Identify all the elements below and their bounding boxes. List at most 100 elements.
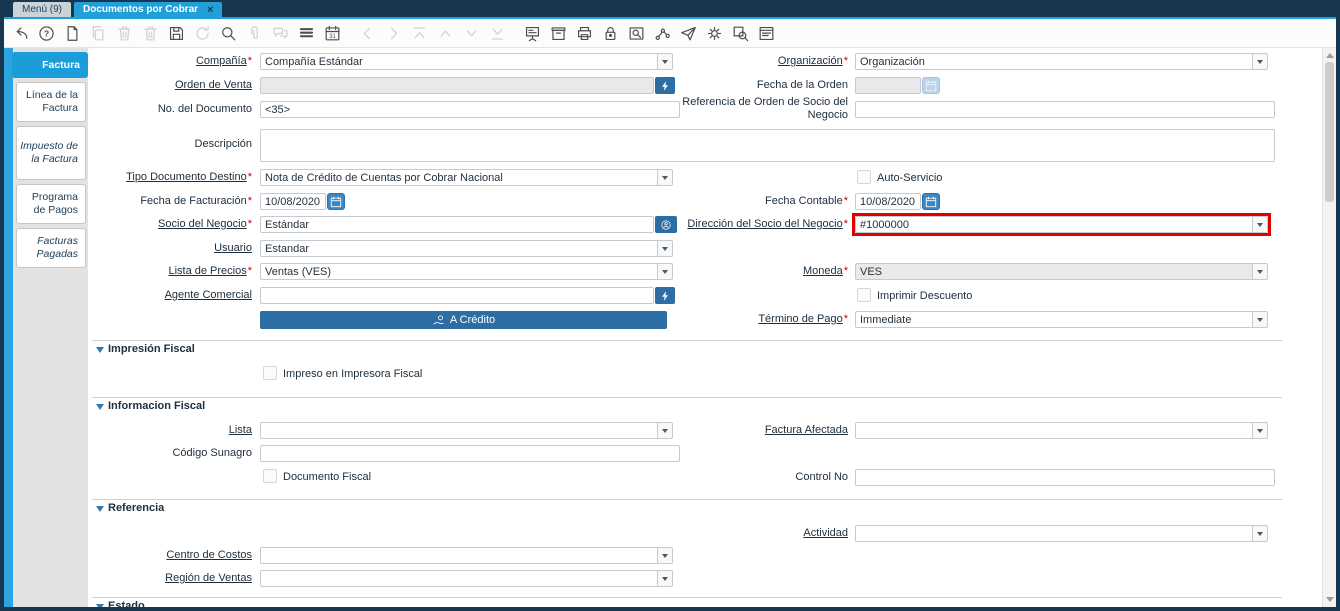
centro-costos-select[interactable] bbox=[260, 547, 673, 564]
fecha-contable-field[interactable] bbox=[855, 193, 940, 210]
report-icon[interactable] bbox=[521, 22, 543, 44]
lock-icon[interactable] bbox=[599, 22, 621, 44]
scroll-down-icon[interactable] bbox=[1326, 597, 1334, 602]
section-collapse-icon[interactable] bbox=[96, 404, 104, 410]
usuario-input[interactable] bbox=[260, 240, 658, 257]
agente-comercial-input[interactable] bbox=[260, 287, 654, 304]
new-record-icon[interactable] bbox=[61, 22, 83, 44]
chevron-down-icon[interactable] bbox=[657, 240, 673, 257]
region-ventas-select[interactable] bbox=[260, 570, 673, 587]
agente-comercial-field[interactable] bbox=[260, 287, 675, 304]
actividad-label[interactable]: Actividad bbox=[640, 527, 848, 540]
centro-costos-input[interactable] bbox=[260, 547, 658, 564]
tab-documentos-por-cobrar[interactable]: Documentos por Cobrar × bbox=[74, 2, 223, 17]
help-icon[interactable]: ? bbox=[35, 22, 57, 44]
actividad-select[interactable] bbox=[855, 525, 1268, 542]
orden-venta-label[interactable]: Orden de Venta bbox=[60, 79, 252, 92]
fecha-contable-input[interactable] bbox=[855, 193, 921, 210]
socio-negocio-field[interactable] bbox=[260, 216, 677, 233]
referencia-orden-input[interactable] bbox=[855, 101, 1275, 118]
scroll-up-icon[interactable] bbox=[1326, 53, 1334, 58]
centro-costos-label[interactable]: Centro de Costos bbox=[60, 549, 252, 562]
termino-pago-select[interactable] bbox=[855, 311, 1268, 328]
calendar-icon[interactable]: 31 bbox=[321, 22, 343, 44]
control-no-input[interactable] bbox=[855, 469, 1275, 486]
organizacion-select[interactable] bbox=[855, 53, 1268, 70]
factura-afectada-label[interactable]: Factura Afectada bbox=[640, 424, 848, 437]
tipo-documento-select[interactable] bbox=[260, 169, 673, 186]
no-documento-input[interactable] bbox=[260, 101, 680, 118]
chevron-down-icon[interactable] bbox=[657, 570, 673, 587]
descripcion-textarea[interactable] bbox=[260, 129, 1275, 162]
informacion-fiscal-section-header[interactable]: Informacion Fiscal bbox=[108, 400, 205, 412]
chevron-down-icon[interactable] bbox=[1252, 53, 1268, 70]
auto-servicio-checkbox[interactable] bbox=[857, 170, 871, 184]
lista-precios-label[interactable]: Lista de Precios* bbox=[60, 265, 252, 278]
agente-comercial-label[interactable]: Agente Comercial bbox=[60, 289, 252, 302]
compania-input[interactable] bbox=[260, 53, 658, 70]
lookup-icon[interactable] bbox=[655, 287, 675, 304]
lista-precios-select[interactable] bbox=[260, 263, 673, 280]
termino-pago-input[interactable] bbox=[855, 311, 1253, 328]
grid-toggle-icon[interactable] bbox=[295, 22, 317, 44]
factura-afectada-input[interactable] bbox=[855, 422, 1253, 439]
save-icon[interactable] bbox=[165, 22, 187, 44]
direccion-socio-input[interactable] bbox=[855, 216, 1253, 233]
archive-icon[interactable] bbox=[547, 22, 569, 44]
termino-pago-label[interactable]: Término de Pago* bbox=[640, 313, 848, 326]
fecha-facturacion-input[interactable] bbox=[260, 193, 326, 210]
usuario-select[interactable] bbox=[260, 240, 673, 257]
lista-label[interactable]: Lista bbox=[60, 424, 252, 437]
print-icon[interactable] bbox=[573, 22, 595, 44]
chevron-down-icon[interactable] bbox=[1252, 422, 1268, 439]
factura-afectada-select[interactable] bbox=[855, 422, 1268, 439]
actividad-input[interactable] bbox=[855, 525, 1253, 542]
referencia-section-header[interactable]: Referencia bbox=[108, 502, 164, 514]
process-icon[interactable] bbox=[703, 22, 725, 44]
section-collapse-icon[interactable] bbox=[96, 347, 104, 353]
moneda-label[interactable]: Moneda* bbox=[640, 265, 848, 278]
chevron-down-icon[interactable] bbox=[1252, 311, 1268, 328]
find-icon[interactable] bbox=[217, 22, 239, 44]
section-collapse-icon[interactable] bbox=[96, 506, 104, 512]
socio-negocio-input[interactable] bbox=[260, 216, 654, 233]
imprimir-descuento-checkbox[interactable] bbox=[857, 288, 871, 302]
direccion-socio-label[interactable]: Dirección del Socio del Negocio* bbox=[640, 218, 848, 231]
tipo-documento-input[interactable] bbox=[260, 169, 658, 186]
a-credito-button[interactable]: A Crédito bbox=[260, 311, 667, 329]
impreso-impresora-checkbox[interactable] bbox=[263, 366, 277, 380]
product-info-icon[interactable] bbox=[729, 22, 751, 44]
sidebar-tab-impuesto-factura[interactable]: Impuesto de la Factura bbox=[16, 126, 86, 180]
window-customize-icon[interactable] bbox=[755, 22, 777, 44]
lista-input[interactable] bbox=[260, 422, 658, 439]
lista-precios-input[interactable] bbox=[260, 263, 658, 280]
chevron-down-icon[interactable] bbox=[1252, 525, 1268, 542]
organizacion-input[interactable] bbox=[855, 53, 1253, 70]
zoom-across-icon[interactable] bbox=[625, 22, 647, 44]
calendar-picker-icon[interactable] bbox=[922, 193, 940, 210]
vertical-scrollbar[interactable] bbox=[1322, 48, 1336, 607]
send-request-icon[interactable] bbox=[677, 22, 699, 44]
undo-icon[interactable] bbox=[9, 22, 31, 44]
close-icon[interactable]: × bbox=[207, 4, 213, 15]
usuario-label[interactable]: Usuario bbox=[60, 242, 252, 255]
sidebar-tab-programa-pagos[interactable]: Programa de Pagos bbox=[16, 184, 86, 224]
documento-fiscal-checkbox[interactable] bbox=[263, 469, 277, 483]
fecha-facturacion-field[interactable] bbox=[260, 193, 345, 210]
lista-select[interactable] bbox=[260, 422, 673, 439]
region-ventas-label[interactable]: Región de Ventas bbox=[60, 572, 252, 585]
chevron-down-icon[interactable] bbox=[657, 547, 673, 564]
direccion-socio-select[interactable] bbox=[855, 216, 1268, 233]
impresion-fiscal-section-header[interactable]: Impresión Fiscal bbox=[108, 343, 195, 355]
socio-negocio-label[interactable]: Socio del Negocio* bbox=[60, 218, 252, 231]
compania-select[interactable] bbox=[260, 53, 673, 70]
compania-label[interactable]: Compañía* bbox=[60, 55, 252, 68]
workflow-icon[interactable] bbox=[651, 22, 673, 44]
tipo-documento-label[interactable]: Tipo Documento Destino* bbox=[60, 171, 252, 184]
sidebar-tab-facturas-pagadas[interactable]: Facturas Pagadas bbox=[16, 228, 86, 268]
calendar-picker-icon[interactable] bbox=[327, 193, 345, 210]
sidebar-tab-linea-factura[interactable]: Línea de la Factura bbox=[16, 82, 86, 122]
tab-menu[interactable]: Menú (9) bbox=[13, 2, 72, 17]
organizacion-label[interactable]: Organización* bbox=[640, 55, 848, 68]
sidebar-tab-factura[interactable]: Factura bbox=[12, 52, 88, 78]
